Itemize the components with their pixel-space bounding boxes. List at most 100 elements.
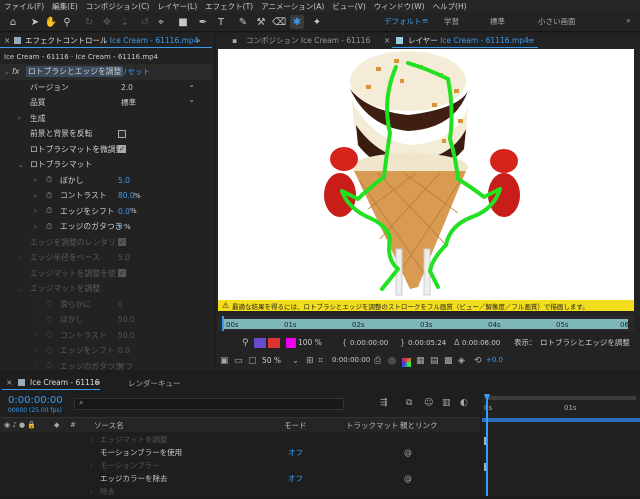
show-snapshot-icon[interactable]: ◎ — [388, 356, 396, 366]
reset-link[interactable]: リセット — [120, 66, 150, 77]
layer-bar[interactable] — [482, 418, 640, 422]
tab-timeline-comp[interactable]: Ice Cream - 61116 — [30, 378, 99, 387]
column-trackmatte[interactable]: トラックマット — [346, 420, 399, 431]
expand-r-smooth-icon[interactable]: › — [34, 300, 37, 308]
timeline-timecode[interactable]: 0:00:00:00 — [8, 395, 63, 406]
stopwatch-icon[interactable]: ⏱ — [46, 222, 52, 232]
anchor-tool-icon[interactable]: ⌖ — [154, 15, 168, 29]
close-icon[interactable]: × — [4, 33, 10, 47]
snapshot-icon[interactable]: ⎙ — [374, 356, 381, 366]
playhead[interactable] — [222, 316, 224, 331]
pan-tool-icon[interactable]: ✥ — [100, 15, 114, 29]
selection-tool-icon[interactable]: ➤ — [28, 15, 42, 29]
draft-3d-icon[interactable]: ⧉ — [406, 398, 412, 408]
row-value[interactable]: オフ — [288, 473, 303, 484]
workspace-default[interactable]: デフォルト — [384, 16, 422, 27]
table-row[interactable]: › 除去 — [0, 484, 480, 499]
tab-composition[interactable]: コンポジション Ice Cream - 61116 — [246, 33, 370, 47]
r-contrast-value[interactable]: 50.0 — [118, 331, 135, 340]
blur-value[interactable]: 5.0 — [118, 176, 130, 185]
orbit-tool-icon[interactable]: ↻ — [82, 15, 96, 29]
stopwatch-icon[interactable]: ⏱ — [46, 346, 52, 356]
stopwatch-icon[interactable]: ⏱ — [46, 330, 52, 340]
roto-person-icon[interactable]: ⚲ — [242, 338, 249, 348]
region-icon[interactable]: ▢ — [248, 356, 257, 366]
panel-menu-icon[interactable]: ≡ — [528, 33, 534, 47]
motion-blur-icon[interactable]: ◐ — [460, 398, 468, 408]
contrast-value[interactable]: 80.0 — [118, 191, 135, 200]
row-value[interactable]: オフ — [288, 447, 303, 458]
pick-whip-icon[interactable]: @ — [404, 448, 412, 457]
row-twirl-icon[interactable]: › — [90, 462, 93, 470]
pick-whip-icon[interactable]: @ — [404, 474, 412, 483]
tab-render-queue[interactable]: レンダーキュー — [128, 378, 181, 389]
menu-view[interactable]: ビュー(V) — [328, 1, 369, 12]
text-tool-icon[interactable]: T — [214, 15, 228, 29]
invert-fg-bg-checkbox[interactable] — [118, 129, 126, 138]
expand-effect-icon[interactable]: ⌄ — [4, 68, 10, 76]
timeline-tracks[interactable]: 0s 01s — [482, 394, 640, 496]
workspace-learn[interactable]: 学習 — [444, 16, 459, 27]
column-mode[interactable]: モード — [284, 420, 307, 431]
hand-tool-icon[interactable]: ✋ — [44, 15, 58, 29]
panel-expand-icon[interactable]: » — [196, 33, 201, 47]
timeline-search-input[interactable]: ⌕ — [74, 398, 344, 410]
stopwatch-icon[interactable]: ⏱ — [46, 175, 52, 185]
always-preview-icon[interactable]: ▣ — [220, 356, 229, 366]
expand-r-blur-icon[interactable]: › — [34, 316, 37, 324]
workspace-small[interactable]: 小さい画面 — [538, 16, 576, 27]
mask-visibility-icon[interactable]: ⌗ — [318, 356, 323, 366]
expand-r-jitter-icon[interactable]: › — [34, 362, 37, 370]
exposure-value[interactable]: +0.0 — [486, 356, 503, 364]
puppet-tool-icon[interactable]: ✦ — [310, 15, 324, 29]
more-workspaces-icon[interactable]: » — [626, 16, 631, 25]
menu-layer[interactable]: レイヤー(L) — [153, 1, 201, 12]
close-icon[interactable]: × — [6, 378, 13, 387]
grid-icon[interactable]: ⊞ — [306, 356, 314, 366]
expand-r-contrast-icon[interactable]: › — [34, 331, 37, 339]
edge-jitter-value[interactable]: 0 — [118, 222, 123, 231]
fx-toggle[interactable]: fx — [12, 67, 19, 76]
menu-edit[interactable]: 編集(E) — [48, 1, 82, 12]
comp-lock-icon[interactable]: ▪ — [232, 33, 237, 47]
r-blur-value[interactable]: 50.0 — [118, 315, 135, 324]
timeline-playhead[interactable] — [486, 394, 488, 496]
frame-blending-icon[interactable]: ▥ — [442, 398, 451, 408]
row-twirl-icon[interactable]: › — [90, 436, 93, 444]
panel-menu-icon[interactable]: ≡ — [94, 378, 101, 387]
menu-file[interactable]: ファイル(F) — [0, 1, 48, 12]
resolution-icon[interactable]: ▦ — [416, 356, 425, 366]
expand-shift-edge-icon[interactable]: › — [34, 207, 37, 215]
menu-effect[interactable]: エフェクト(T) — [201, 1, 257, 12]
overlay-opacity[interactable]: 100 % — [298, 338, 322, 347]
pen-tool-icon[interactable]: ✒ — [196, 15, 210, 29]
expand-edge-jitter-icon[interactable]: › — [34, 223, 37, 231]
time-current[interactable]: 0:00:05:24 — [408, 339, 446, 347]
work-area-bar[interactable] — [486, 396, 636, 400]
r-shift-value[interactable]: 0.0 — [118, 346, 130, 355]
expand-generate-icon[interactable]: › — [18, 114, 21, 122]
refine-matte-use-checkbox[interactable]: ✓ — [118, 269, 126, 278]
3d-view-icon[interactable]: ◈ — [458, 356, 465, 366]
expand-r-shift-icon[interactable]: › — [34, 347, 37, 355]
r-jitter-value[interactable]: オフ — [118, 361, 133, 372]
pixel-aspect-icon[interactable]: ▤ — [430, 356, 439, 366]
in-bracket-icon[interactable]: { — [342, 338, 347, 347]
shy-icon[interactable]: ☺ — [424, 398, 433, 408]
reset-exposure-icon[interactable]: ⟲ — [474, 356, 482, 366]
channels-icon[interactable] — [402, 358, 411, 367]
stopwatch-icon[interactable]: ⏱ — [46, 206, 52, 216]
menu-window[interactable]: ウィンドウ(W) — [370, 1, 429, 12]
home-icon[interactable]: ⌂ — [6, 15, 20, 29]
menu-help[interactable]: ヘルプ(H) — [429, 1, 471, 12]
menu-composition[interactable]: コンポジション(C) — [82, 1, 154, 12]
magnification-dropdown[interactable]: 50 % — [262, 356, 281, 365]
workspace-standard[interactable]: 標準 — [490, 16, 505, 27]
r-smooth-value[interactable]: 0 — [118, 300, 123, 309]
brush-tool-icon[interactable]: ✎ — [236, 15, 250, 29]
column-parent-link[interactable]: 親とリンク — [400, 420, 438, 431]
out-bracket-icon[interactable]: } — [400, 338, 405, 347]
eraser-tool-icon[interactable]: ⌫ — [272, 15, 286, 29]
stopwatch-icon[interactable]: ⏱ — [46, 299, 52, 309]
use-roto-matte-checkbox[interactable]: ✓ — [118, 145, 126, 154]
